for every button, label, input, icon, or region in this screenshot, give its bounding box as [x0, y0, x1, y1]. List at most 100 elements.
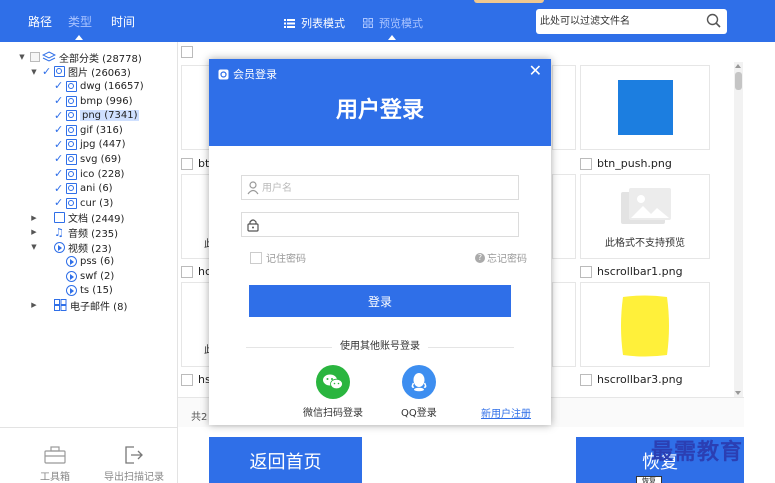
category-tree: ▼ 全部分类 (28778) ▼ ✓ 图片 (26063) ✓ dwg (166…: [0, 42, 178, 427]
checkbox[interactable]: [42, 300, 52, 310]
top-button-edge: [474, 0, 544, 3]
image-icon: [66, 139, 77, 151]
image-icon: [66, 80, 77, 92]
file-count: 共2: [191, 412, 208, 423]
tree-label: svg (69): [80, 153, 122, 165]
tree-node-ts[interactable]: ts (15): [0, 284, 177, 299]
checkmark-icon[interactable]: ✓: [54, 80, 65, 91]
tab-path[interactable]: 路径: [28, 13, 52, 30]
checkmark-icon[interactable]: ✓: [54, 197, 65, 208]
tree-label: 图片 (26063): [68, 68, 131, 80]
broken-image-icon: [621, 188, 671, 224]
preview-mode-button[interactable]: 预览模式: [363, 15, 423, 31]
password-input[interactable]: [262, 216, 502, 234]
collapse-icon[interactable]: ▼: [30, 243, 38, 251]
file-name[interactable]: hscrollbar1.png: [580, 265, 683, 278]
checkmark-icon[interactable]: ✓: [54, 124, 65, 135]
image-icon: [66, 95, 77, 107]
grid-scrollbar[interactable]: [734, 62, 743, 397]
tree-node-bmp[interactable]: ✓ bmp (996): [0, 94, 177, 109]
home-button[interactable]: 返回首页: [209, 437, 362, 483]
tree-node-video[interactable]: ▼ 视频 (23): [0, 240, 177, 255]
checkmark-icon[interactable]: ✓: [54, 139, 65, 150]
username-field[interactable]: [241, 175, 519, 200]
remember-password[interactable]: 记住密码: [250, 250, 306, 265]
expand-icon[interactable]: ▶: [30, 301, 38, 309]
file-card[interactable]: 此: [181, 282, 214, 367]
checkmark-icon[interactable]: ✓: [54, 153, 65, 164]
file-card[interactable]: [552, 174, 576, 259]
collapse-icon[interactable]: ▼: [30, 68, 38, 76]
file-name[interactable]: hs: [181, 373, 211, 386]
checkbox[interactable]: [42, 227, 52, 237]
checkbox[interactable]: [42, 242, 52, 252]
wechat-login-button[interactable]: 微信扫码登录: [303, 365, 363, 419]
expand-icon[interactable]: ▶: [30, 228, 38, 236]
username-input[interactable]: [262, 179, 502, 197]
tree-node-jpg[interactable]: ✓ jpg (447): [0, 138, 177, 153]
wechat-icon: [316, 365, 350, 399]
login-button[interactable]: 登录: [249, 285, 511, 317]
checkmark-icon[interactable]: ✓: [54, 110, 65, 121]
qq-login-button[interactable]: QQ登录: [401, 365, 437, 419]
checkbox[interactable]: [42, 213, 52, 223]
login-dialog: 会员登录 ✕ 用户登录 记住密码 ? 忘记密码 登录 使用其他账号登录 微信扫码…: [209, 59, 551, 425]
select-all-checkbox[interactable]: [181, 46, 193, 58]
file-card[interactable]: [552, 65, 576, 150]
tree-label: 电子邮件 (8): [70, 301, 128, 313]
file-card-hscrollbar3[interactable]: [580, 282, 710, 367]
remember-checkbox[interactable]: [250, 251, 262, 264]
tree-node-svg[interactable]: ✓ svg (69): [0, 152, 177, 167]
tab-time[interactable]: 时间: [111, 13, 135, 30]
tab-type[interactable]: 类型: [68, 13, 92, 30]
tree-node-png[interactable]: ✓ png (7341): [0, 108, 177, 123]
export-button[interactable]: 导出扫描记录: [104, 446, 164, 483]
document-icon: [54, 212, 65, 224]
dialog-brand-label: 会员登录: [233, 68, 277, 81]
checkmark-icon[interactable]: ✓: [54, 168, 65, 179]
tree-node-docs[interactable]: ▶ 文档 (2449): [0, 211, 177, 225]
search-input[interactable]: [540, 12, 700, 31]
forgot-label: 忘记密码: [487, 254, 527, 265]
collapse-icon[interactable]: ▼: [18, 53, 26, 61]
scroll-thumb[interactable]: [735, 72, 742, 90]
password-field[interactable]: [241, 212, 519, 237]
file-name[interactable]: bt: [181, 157, 209, 170]
tree-node-email[interactable]: ▶ 电子邮件 (8): [0, 298, 177, 313]
tree-node-audio[interactable]: ▶ ♫ 音频 (235): [0, 225, 177, 240]
tree-node-swf[interactable]: swf (2): [0, 269, 177, 284]
checkmark-icon[interactable]: ✓: [54, 95, 65, 106]
search-box[interactable]: [536, 9, 727, 34]
tree-node-ico[interactable]: ✓ ico (228): [0, 167, 177, 182]
tree-node-cur[interactable]: ✓ cur (3): [0, 196, 177, 211]
file-name[interactable]: btn_push.png: [580, 157, 672, 170]
tree-node-dwg[interactable]: ✓ dwg (16657): [0, 79, 177, 94]
scroll-up-arrow-icon[interactable]: [735, 64, 741, 68]
file-card[interactable]: [181, 65, 211, 150]
tree-node-gif[interactable]: ✓ gif (316): [0, 123, 177, 138]
tree-node-pss[interactable]: pss (6): [0, 254, 177, 269]
file-card[interactable]: [552, 282, 576, 367]
checkmark-icon[interactable]: ✓: [54, 183, 65, 194]
close-icon[interactable]: ✕: [529, 63, 542, 79]
search-icon[interactable]: [706, 13, 721, 28]
file-name[interactable]: hscrollbar3.png: [580, 373, 683, 386]
tree-label: swf (2): [80, 270, 115, 282]
question-icon: ?: [475, 252, 485, 263]
tree-node-all[interactable]: ▼ 全部分类 (28778): [0, 50, 177, 65]
dialog-brand: 会员登录: [218, 66, 277, 82]
checkmark-icon[interactable]: ✓: [42, 66, 53, 77]
checkbox[interactable]: [30, 52, 40, 63]
register-link[interactable]: 新用户注册: [481, 405, 531, 420]
tree-node-ani[interactable]: ✓ ani (6): [0, 181, 177, 196]
file-card-unsupported[interactable]: 此格式不支持预览: [580, 174, 710, 259]
file-name[interactable]: hc: [181, 265, 211, 278]
list-mode-button[interactable]: 列表模式: [284, 15, 345, 31]
file-card-btn-push[interactable]: [580, 65, 710, 150]
file-card[interactable]: 此: [181, 174, 214, 259]
scroll-down-arrow-icon[interactable]: [735, 391, 741, 395]
forgot-password-link[interactable]: ? 忘记密码: [475, 250, 527, 265]
tree-node-images[interactable]: ▼ ✓ 图片 (26063): [0, 65, 177, 80]
toolbox-button[interactable]: 工具箱: [40, 446, 70, 483]
expand-icon[interactable]: ▶: [30, 214, 38, 222]
